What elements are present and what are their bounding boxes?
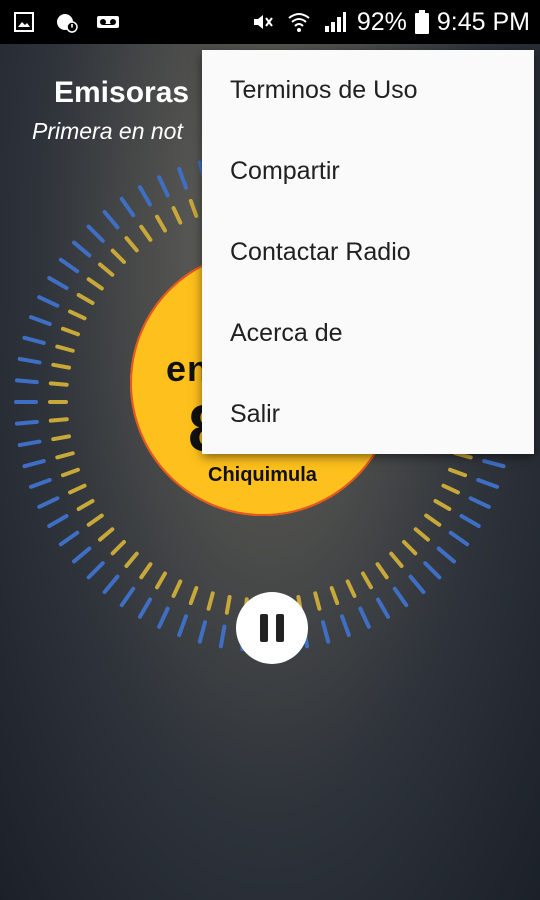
overflow-menu: Terminos de Uso Compartir Contactar Radi…: [202, 50, 534, 454]
visualizer-bar: [157, 175, 170, 198]
visualizer-bar: [468, 496, 491, 509]
visualizer-bar: [138, 185, 152, 207]
visualizer-bar: [86, 277, 104, 291]
visualizer-bar: [329, 586, 340, 606]
visualizer-bar: [389, 551, 404, 568]
visualizer-bar: [17, 439, 42, 448]
visualizer-bar: [72, 546, 92, 564]
visualizer-bar: [171, 579, 183, 598]
visualizer-bar: [313, 591, 322, 611]
menu-item-acerca[interactable]: Acerca de: [202, 293, 534, 374]
visualizer-bar: [155, 214, 167, 233]
visualizer-bar: [51, 362, 72, 370]
visualizer-bar: [98, 262, 115, 277]
visualizer-bar: [76, 293, 95, 305]
visualizer-bar: [14, 378, 39, 385]
visualizer-bar: [139, 562, 153, 580]
visualizer-bar: [76, 499, 95, 511]
visualizer-bar: [47, 276, 69, 290]
visualizer-bar: [375, 562, 389, 580]
visualizer-bar: [119, 586, 136, 608]
visualizer-bar: [28, 477, 52, 489]
visualizer-bar: [60, 326, 80, 337]
pause-button[interactable]: [236, 592, 308, 664]
visualizer-bar: [60, 467, 80, 478]
visualizer-bar: [436, 546, 456, 564]
visualizer-bar: [138, 597, 152, 619]
visualizer-bar: [482, 459, 506, 469]
menu-item-terminos[interactable]: Terminos de Uso: [202, 50, 534, 131]
visualizer-bar: [459, 514, 481, 528]
visualizer-bar: [177, 166, 189, 190]
visualizer-bar: [47, 514, 69, 528]
visualizer-bar: [321, 620, 331, 644]
visualizer-bar: [68, 483, 87, 495]
visualizer-bar: [124, 551, 139, 568]
visualizer-bar: [110, 248, 126, 264]
visualizer-bar: [197, 620, 207, 644]
visualizer-bar: [72, 240, 92, 258]
visualizer-bar: [48, 417, 69, 423]
visualizer-bar: [86, 224, 105, 243]
visualizer-bar: [110, 540, 126, 556]
visualizer-bar: [188, 586, 199, 606]
visualizer-bar: [37, 496, 60, 509]
pause-icon: [260, 614, 268, 642]
visualizer-bar: [392, 586, 409, 608]
visualizer-bar: [55, 451, 75, 460]
visualizer-bar: [86, 513, 104, 527]
visualizer-bar: [17, 356, 42, 365]
visualizer-bar: [361, 571, 373, 590]
visualizer-bar: [51, 434, 72, 442]
visualizer-bar: [424, 513, 442, 527]
visualizer-bar: [339, 614, 351, 638]
visualizer-bar: [102, 574, 120, 594]
visualizer-bar: [86, 561, 105, 580]
visualizer-bar: [345, 579, 357, 598]
visualizer-bar: [224, 594, 232, 615]
visualizer-bar: [177, 614, 189, 638]
visualizer-bar: [206, 591, 215, 611]
visualizer-bar: [22, 335, 46, 345]
visualizer-bar: [218, 624, 227, 649]
visualizer-bar: [448, 530, 470, 547]
pause-icon: [276, 614, 284, 642]
visualizer-bar: [433, 499, 452, 511]
visualizer-bar: [139, 224, 153, 242]
visualizer-bar: [171, 206, 183, 225]
visualizer-bar: [188, 198, 199, 218]
visualizer-bar: [376, 597, 390, 619]
visualizer-bar: [22, 459, 46, 469]
visualizer-bar: [48, 381, 69, 387]
visualizer-bar: [55, 344, 75, 353]
visualizer-bar: [157, 606, 170, 629]
visualizer-bar: [14, 419, 39, 426]
visualizer-bar: [358, 606, 371, 629]
visualizer-bar: [413, 527, 430, 542]
visualizer-bar: [68, 309, 87, 321]
visualizer-bar: [58, 530, 80, 547]
visualizer-bar: [119, 196, 136, 218]
visualizer-bar: [408, 574, 426, 594]
visualizer-bar: [124, 236, 139, 253]
visualizer-bar: [98, 527, 115, 542]
visualizer-bar: [28, 315, 52, 327]
logo-city: Chiquimula: [208, 464, 317, 486]
menu-item-compartir[interactable]: Compartir: [202, 131, 534, 212]
visualizer-bar: [441, 483, 460, 495]
menu-item-contactar[interactable]: Contactar Radio: [202, 212, 534, 293]
menu-item-salir[interactable]: Salir: [202, 374, 534, 455]
visualizer-bar: [476, 477, 500, 489]
visualizer-bar: [58, 257, 80, 274]
visualizer-bar: [37, 295, 60, 308]
visualizer-bar: [402, 540, 418, 556]
visualizer-bar: [448, 467, 468, 478]
visualizer-bar: [102, 210, 120, 230]
visualizer-bar: [423, 561, 442, 580]
visualizer-bar: [155, 571, 167, 590]
